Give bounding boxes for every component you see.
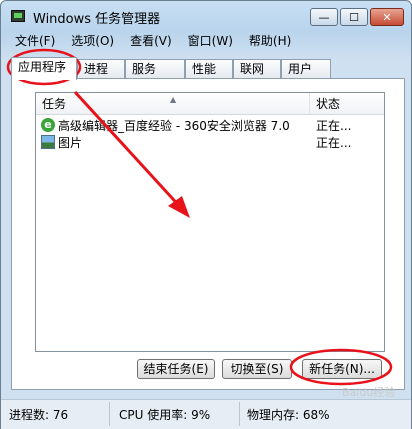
menu-options[interactable]: 选项(O) [63, 32, 122, 50]
task-name: 高级编辑器_百度经验 - 360安全浏览器 7.0 [58, 119, 290, 133]
watermark: Baidu经验 [342, 386, 396, 399]
menu-view[interactable]: 查看(V) [122, 32, 180, 50]
switch-to-button[interactable]: 切换至(S) [222, 359, 292, 379]
task-row[interactable]: e 高级编辑器_百度经验 - 360安全浏览器 7.0 正在... [36, 117, 384, 133]
tab-processes[interactable]: 进程 [77, 59, 125, 78]
status-bar: 进程数: 76 CPU 使用率: 9% 物理内存: 68% [1, 399, 411, 429]
close-icon: ✕ [382, 10, 392, 24]
minimize-button[interactable]: — [310, 8, 338, 26]
new-task-button[interactable]: 新任务(N)... [302, 359, 382, 379]
end-task-button[interactable]: 结束任务(E) [137, 359, 215, 379]
menu-bar: 文件(F) 选项(O) 查看(V) 窗口(W) 帮助(H) [7, 32, 299, 50]
ie-browser-icon: e [41, 118, 55, 132]
column-task-label: 任务 [42, 97, 67, 111]
tab-networking[interactable]: 联网 [233, 59, 281, 78]
maximize-icon: ☐ [349, 10, 359, 24]
picture-icon [41, 135, 55, 149]
task-manager-window: Windows 任务管理器 — ☐ ✕ 文件(F) 选项(O) 查看(V) 窗口… [0, 0, 412, 429]
maximize-button[interactable]: ☐ [340, 8, 368, 26]
minimize-icon: — [318, 10, 330, 24]
task-status: 正在... [316, 136, 352, 150]
tab-users[interactable]: 用户 [281, 59, 331, 78]
memory-usage: 物理内存: 68% [247, 408, 330, 422]
column-header-status[interactable]: 状态 [310, 93, 384, 115]
task-status: 正在... [316, 119, 352, 133]
sort-ascending-icon: ▲ [170, 95, 177, 104]
menu-file[interactable]: 文件(F) [7, 32, 63, 50]
task-row[interactable]: 图片 正在... [36, 134, 384, 150]
applications-panel: ▲ 任务 状态 e 高级编辑器_百度经验 - 360安全浏览器 7.0 正在..… [11, 78, 405, 390]
process-count: 进程数: 76 [9, 408, 69, 422]
menu-window[interactable]: 窗口(W) [180, 32, 241, 50]
task-manager-app-icon [11, 10, 25, 22]
status-divider [239, 402, 240, 426]
window-title: Windows 任务管理器 [33, 12, 161, 27]
close-button[interactable]: ✕ [370, 8, 404, 26]
cpu-usage: CPU 使用率: 9% [119, 408, 211, 422]
column-header-task[interactable]: ▲ 任务 [36, 93, 310, 115]
tab-performance[interactable]: 性能 [185, 59, 233, 78]
title-bar: Windows 任务管理器 — ☐ ✕ [1, 1, 411, 31]
task-list[interactable]: ▲ 任务 状态 e 高级编辑器_百度经验 - 360安全浏览器 7.0 正在..… [35, 92, 385, 352]
status-divider [109, 402, 110, 426]
list-header: ▲ 任务 状态 [36, 93, 384, 115]
task-name: 图片 [58, 136, 83, 150]
tab-services[interactable]: 服务 [125, 59, 185, 78]
tab-applications[interactable]: 应用程序 [11, 57, 77, 80]
menu-help[interactable]: 帮助(H) [241, 32, 299, 50]
